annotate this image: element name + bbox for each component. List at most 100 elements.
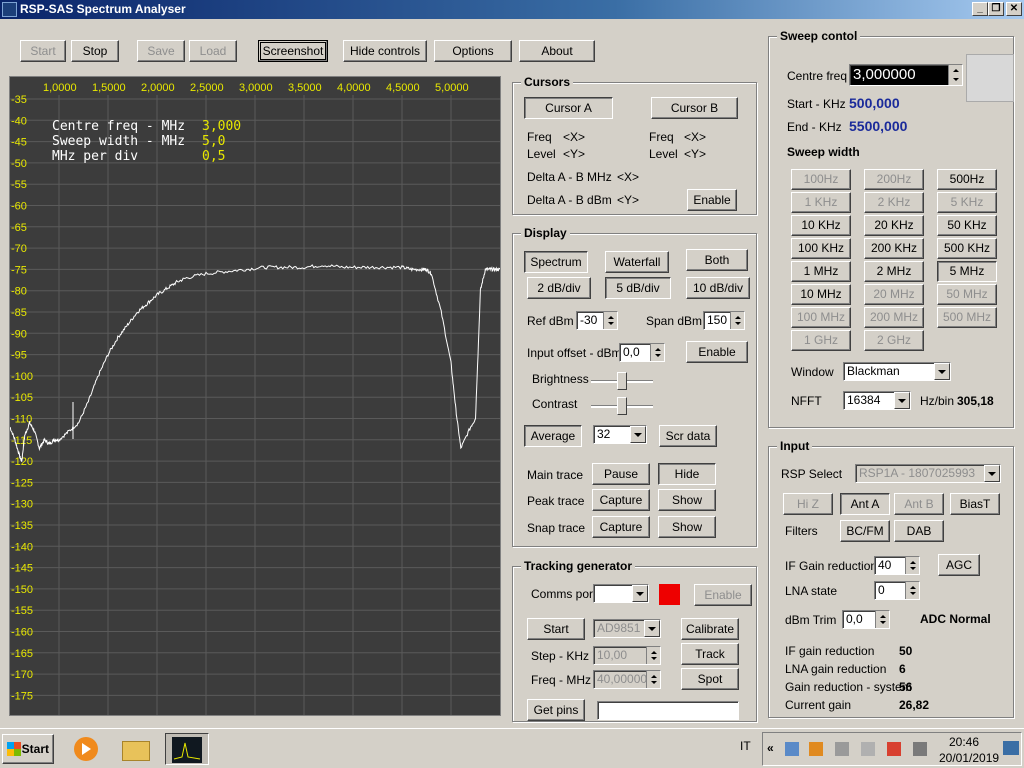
tracking-start-button[interactable]: Start [527, 618, 585, 640]
bcfm-filter-button[interactable]: BC/FM [840, 520, 890, 542]
security-icon[interactable] [809, 742, 823, 756]
sweep-width-button[interactable]: 2 MHz [864, 261, 924, 282]
sweep-width-button[interactable]: 50 MHz [937, 284, 997, 305]
spectrum-analyser-task-icon[interactable] [165, 733, 209, 765]
freq-mhz-spinner[interactable] [646, 671, 660, 688]
brightness-thumb[interactable] [617, 372, 627, 390]
stop-button[interactable]: Stop [71, 40, 119, 62]
clock-date[interactable]: 20/01/2019 [939, 751, 999, 765]
window-dropdown-icon[interactable] [934, 363, 950, 380]
hide-controls-button[interactable]: Hide controls [343, 40, 427, 62]
sweep-width-button[interactable]: 2 KHz [864, 192, 924, 213]
app-icon[interactable] [2, 2, 17, 17]
sweep-width-button[interactable]: 100Hz [791, 169, 851, 190]
cursor-a-button[interactable]: Cursor A [524, 97, 613, 119]
sweep-width-button[interactable]: 1 KHz [791, 192, 851, 213]
track-button[interactable]: Track [681, 643, 739, 665]
spectrum-display[interactable]: 1,0000 1,5000 2,0000 2,5000 3,0000 3,5000 4,00… [9, 76, 501, 716]
dbm-trim-spinner[interactable] [875, 611, 889, 628]
centre-freq-field[interactable]: 3,000000 [849, 64, 963, 86]
sweep-width-button[interactable]: 500 MHz [937, 307, 997, 328]
sweep-width-button[interactable]: 2 GHz [864, 330, 924, 351]
offset-enable-button[interactable]: Enable [686, 341, 748, 363]
2db-div-button[interactable]: 2 dB/div [527, 277, 591, 299]
rsp-dropdown-icon[interactable] [984, 465, 1000, 482]
sweep-width-button[interactable]: 1 MHz [791, 261, 851, 282]
screenshot-button[interactable]: Screenshot [258, 40, 328, 62]
sweep-width-button[interactable]: 500 KHz [937, 238, 997, 259]
agc-button[interactable]: AGC [938, 554, 980, 576]
save-button[interactable]: Save [137, 40, 185, 62]
device-dropdown-icon[interactable] [644, 620, 660, 637]
both-mode-button[interactable]: Both [686, 249, 748, 271]
comms-port-dropdown-icon[interactable] [632, 585, 648, 602]
volume-icon[interactable] [861, 742, 875, 756]
10db-div-button[interactable]: 10 dB/div [686, 277, 750, 299]
peak-trace-show-button[interactable]: Show [658, 489, 716, 511]
sweep-width-button[interactable]: 10 KHz [791, 215, 851, 236]
contrast-thumb[interactable] [617, 397, 627, 415]
scr-data-button[interactable]: Scr data [659, 425, 717, 447]
start-button[interactable]: Start [20, 40, 66, 62]
devices-icon[interactable] [835, 742, 849, 756]
ref-dbm-spinner[interactable] [603, 312, 617, 329]
main-trace-pause-button[interactable]: Pause [592, 463, 650, 485]
calibrate-button[interactable]: Calibrate [681, 618, 739, 640]
network-status-icon[interactable] [913, 742, 927, 756]
get-pins-button[interactable]: Get pins [527, 699, 585, 721]
input-offset-spinner[interactable] [650, 344, 664, 361]
rsp-select[interactable]: RSP1A - 1807025993 [855, 464, 1001, 483]
sweep-width-button[interactable]: 200Hz [864, 169, 924, 190]
clock-time[interactable]: 20:46 [949, 735, 979, 749]
average-dropdown-icon[interactable] [630, 426, 646, 443]
sweep-width-button[interactable]: 50 KHz [937, 215, 997, 236]
show-desktop-icon[interactable] [1003, 741, 1019, 755]
ant-a-button[interactable]: Ant A [840, 493, 890, 515]
5db-div-button[interactable]: 5 dB/div [605, 277, 671, 299]
sweep-width-button[interactable]: 100 KHz [791, 238, 851, 259]
sweep-width-button[interactable]: 200 KHz [864, 238, 924, 259]
file-explorer-icon[interactable] [118, 733, 154, 765]
maximize-button[interactable]: ❐ [988, 2, 1004, 16]
network-icon[interactable] [785, 742, 799, 756]
biast-button[interactable]: BiasT [950, 493, 1000, 515]
snap-trace-capture-button[interactable]: Capture [592, 516, 650, 538]
sweep-width-button[interactable]: 100 MHz [791, 307, 851, 328]
average-button[interactable]: Average [524, 425, 582, 447]
sweep-width-button[interactable]: 10 MHz [791, 284, 851, 305]
tray-expand-icon[interactable]: « [767, 741, 774, 755]
sweep-width-button[interactable]: 1 GHz [791, 330, 851, 351]
nfft-dropdown-icon[interactable] [894, 392, 910, 409]
centre-freq-spinner[interactable] [948, 65, 962, 85]
close-button[interactable]: ✕ [1006, 2, 1022, 16]
spot-button[interactable]: Spot [681, 668, 739, 690]
sweep-width-button[interactable]: 20 KHz [864, 215, 924, 236]
ant-b-button[interactable]: Ant B [894, 493, 944, 515]
sweep-width-button[interactable]: 500Hz [937, 169, 997, 190]
waterfall-mode-button[interactable]: Waterfall [605, 251, 669, 273]
spectrum-mode-button[interactable]: Spectrum [524, 251, 588, 273]
language-indicator[interactable]: IT [740, 739, 751, 753]
flag-icon[interactable] [887, 742, 901, 756]
media-player-icon[interactable] [68, 733, 104, 765]
load-button[interactable]: Load [189, 40, 237, 62]
start-menu-button[interactable]: Start [2, 734, 54, 764]
lna-state-spinner[interactable] [905, 582, 919, 599]
sweep-width-button[interactable]: 20 MHz [864, 284, 924, 305]
cursor-b-button[interactable]: Cursor B [651, 97, 738, 119]
main-trace-hide-button[interactable]: Hide [658, 463, 716, 485]
minimize-button[interactable]: _ [972, 2, 988, 16]
peak-trace-capture-button[interactable]: Capture [592, 489, 650, 511]
dab-filter-button[interactable]: DAB [894, 520, 944, 542]
options-button[interactable]: Options [434, 40, 512, 62]
sweep-width-button[interactable]: 200 MHz [864, 307, 924, 328]
sweep-width-button[interactable]: 5 KHz [937, 192, 997, 213]
tracking-enable-button[interactable]: Enable [694, 584, 752, 606]
sweep-width-button[interactable]: 5 MHz [937, 261, 997, 282]
cursor-enable-button[interactable]: Enable [687, 189, 737, 211]
step-khz-spinner[interactable] [646, 647, 660, 664]
hiz-button[interactable]: Hi Z [783, 493, 833, 515]
snap-trace-show-button[interactable]: Show [658, 516, 716, 538]
about-button[interactable]: About [519, 40, 595, 62]
span-dbm-spinner[interactable] [730, 312, 744, 329]
